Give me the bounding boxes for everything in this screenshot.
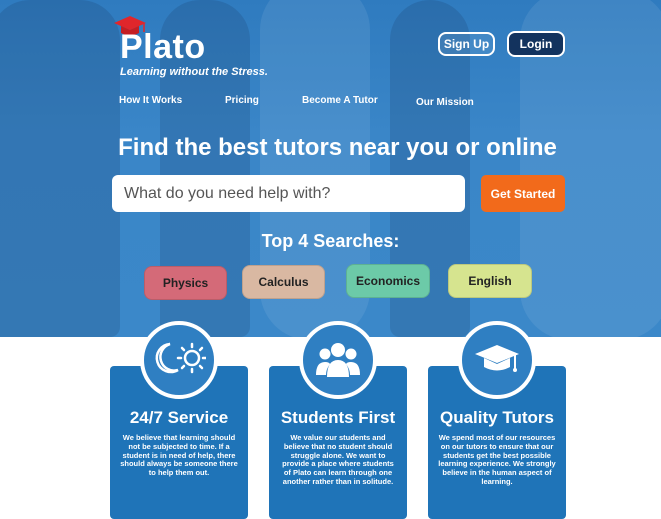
- logo-tagline: Learning without the Stress.: [120, 66, 268, 78]
- login-button[interactable]: Login: [507, 31, 565, 57]
- nav-link-how-it-works[interactable]: How It Works: [119, 95, 182, 106]
- logo-text[interactable]: Plato: [120, 28, 206, 67]
- search-input[interactable]: [112, 175, 465, 212]
- feature-text: We spend most of our resources on our tu…: [438, 433, 556, 486]
- search-chip-calculus[interactable]: Calculus: [242, 265, 325, 299]
- search-chip-english[interactable]: English: [448, 264, 532, 298]
- get-started-button[interactable]: Get Started: [481, 175, 565, 212]
- feature-circle: [140, 321, 218, 399]
- nav-link-our-mission[interactable]: Our Mission: [416, 97, 474, 108]
- feature-text: We value our students and believe that n…: [282, 433, 394, 486]
- search-chip-physics[interactable]: Physics: [144, 266, 227, 300]
- feature-text: We believe that learning should not be s…: [120, 433, 238, 478]
- hero-headline: Find the best tutors near you or online: [118, 134, 557, 161]
- feature-title: Quality Tutors: [440, 408, 554, 427]
- signup-button[interactable]: Sign Up: [438, 32, 495, 56]
- hero-background-figure: [0, 0, 120, 337]
- students-icon: [316, 343, 360, 377]
- nav-link-become-a-tutor[interactable]: Become A Tutor: [302, 95, 378, 106]
- feature-title: Students First: [280, 408, 396, 427]
- hero-section: Plato Learning without the Stress. Sign …: [0, 0, 661, 337]
- search-chip-economics[interactable]: Economics: [346, 264, 430, 298]
- feature-title: 24/7 Service: [129, 408, 229, 427]
- feature-circle: [299, 321, 377, 399]
- top-searches-title: Top 4 Searches:: [261, 231, 400, 251]
- nav-link-pricing[interactable]: Pricing: [225, 95, 259, 106]
- feature-circle: [458, 321, 536, 399]
- moon-sun-icon: [155, 342, 206, 374]
- graduation-cap-icon: [475, 345, 519, 372]
